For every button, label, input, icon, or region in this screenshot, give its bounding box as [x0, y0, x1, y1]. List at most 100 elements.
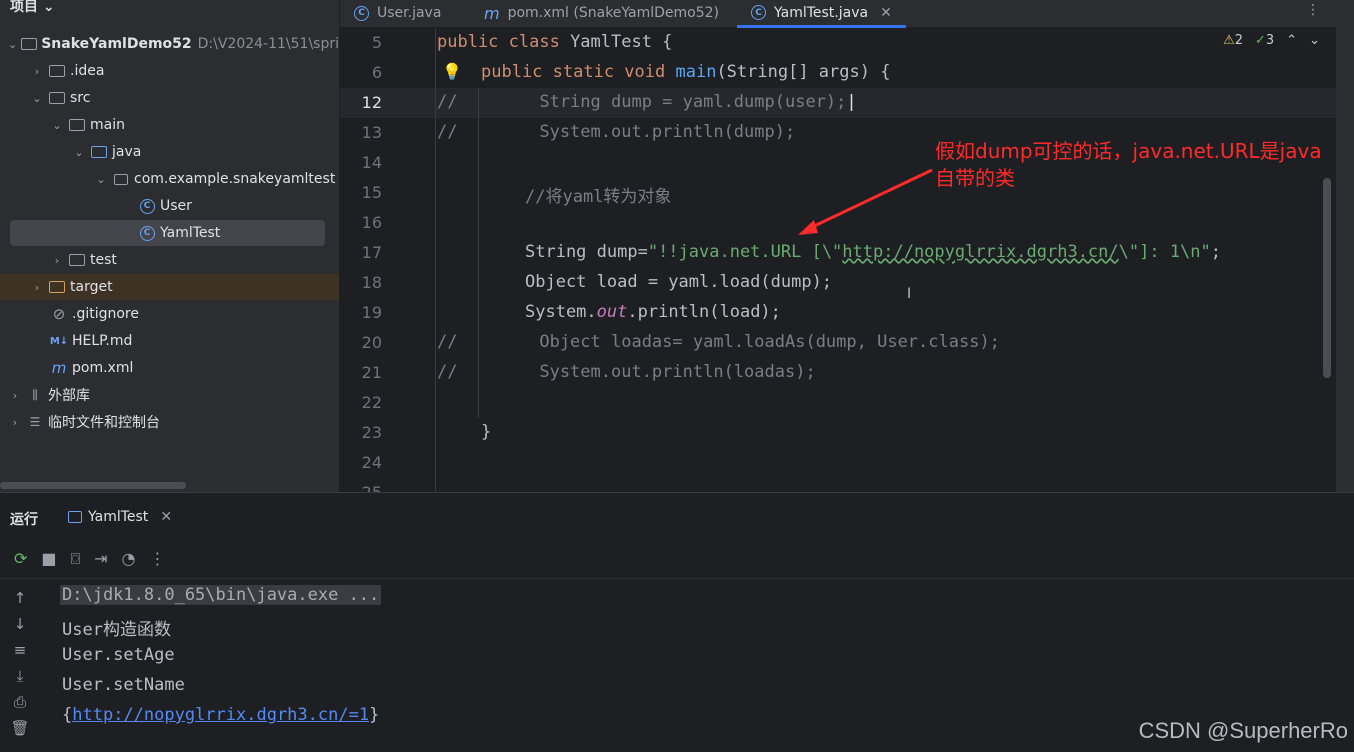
folder-icon: [48, 90, 66, 106]
chevron-right-icon[interactable]: ›: [8, 416, 22, 429]
tree-item-main[interactable]: ⌄ main: [0, 112, 339, 138]
scratches-icon: ☰: [29, 415, 41, 429]
code-line: //将yaml转为对象: [525, 187, 672, 207]
line-number: 25: [340, 483, 382, 492]
line-number: 5: [371, 33, 382, 52]
tree-root[interactable]: ⌄ SnakeYamlDemo52 D:\V2024-11\51\spring: [0, 31, 339, 57]
console-line: User.setAge: [62, 645, 175, 665]
ok-count[interactable]: ✓3: [1255, 33, 1274, 48]
package-icon: [112, 171, 130, 187]
arrow-up-icon[interactable]: ↑: [14, 589, 27, 607]
tab-pom-xml[interactable]: m pom.xml (SnakeYamlDemo52): [484, 0, 719, 26]
text-cursor-icon: I: [907, 286, 912, 302]
code-line: }: [481, 422, 492, 442]
console-line: User.setName: [62, 675, 185, 695]
source-folder-icon: [90, 144, 108, 160]
run-tab[interactable]: YamlTest ✕: [68, 509, 172, 525]
chevron-down-icon[interactable]: ⌄: [8, 38, 17, 51]
console-line: User构造函数: [62, 620, 171, 640]
inspection-widget[interactable]: ⚠2 ✓3 ⌃ ⌄: [1223, 33, 1320, 48]
annotation-arrow: [798, 168, 933, 235]
runnable-class-icon: C: [751, 5, 766, 20]
run-panel: 运行 YamlTest ✕ ⟳ ■ ⌼ ⇥ ◔ ⋮ ↑ ↓ ≡ ⤓ ⎙ 🗑 D:…: [0, 492, 1354, 752]
tree-item-gitignore[interactable]: ⊘ .gitignore: [0, 301, 339, 327]
tree-item-yamltest[interactable]: C YamlTest: [10, 220, 325, 246]
line-number: 24: [361, 453, 382, 472]
project-panel-title[interactable]: 项目 ⌄: [10, 0, 55, 16]
more-icon[interactable]: ⋮: [150, 549, 166, 568]
close-tab-icon[interactable]: ✕: [880, 5, 892, 21]
chevron-down-icon[interactable]: ⌄: [72, 146, 86, 159]
line-number: 20: [361, 333, 382, 352]
profiler-icon[interactable]: ◔: [122, 549, 136, 568]
stop-icon[interactable]: ■: [41, 549, 56, 568]
line-number: 16: [361, 213, 382, 232]
line-number: 15: [361, 183, 382, 202]
scroll-to-end-icon[interactable]: ⤓: [17, 667, 24, 685]
tree-item-scratches[interactable]: › ☰ 临时文件和控制台: [0, 409, 339, 435]
arrow-down-icon[interactable]: ↓: [14, 615, 27, 633]
code-editor[interactable]: 5 6 12 13 14 15 16 17 18 19 20 21 22 23 24 25 public cl…: [340, 28, 1336, 492]
maven-icon: m: [51, 359, 67, 377]
lightbulb-icon[interactable]: 💡: [442, 62, 462, 81]
chevron-right-icon[interactable]: ›: [8, 389, 22, 402]
project-panel: 项目 ⌄ ⌄ SnakeYamlDemo52 D:\V2024-11\51\sp…: [0, 0, 339, 492]
rerun-icon[interactable]: ⟳: [14, 549, 27, 568]
tree-item-java[interactable]: ⌄ java: [0, 139, 339, 165]
chevron-down-icon[interactable]: ⌄: [50, 119, 64, 132]
line-number: 14: [361, 153, 382, 172]
exit-icon[interactable]: ⇥: [94, 549, 107, 568]
chevron-down-icon[interactable]: ⌄: [1309, 33, 1320, 48]
vertical-scrollbar[interactable]: [1323, 178, 1331, 378]
code-line: // System.out.println(dump);: [437, 122, 796, 142]
tree-item-src[interactable]: ⌄ src: [0, 85, 339, 111]
tab-yamltest-java[interactable]: C YamlTest.java ✕: [737, 0, 906, 28]
tree-item-idea[interactable]: › .idea: [0, 58, 339, 84]
ignore-file-icon: ⊘: [52, 305, 66, 323]
folder-icon: [68, 117, 86, 133]
close-icon[interactable]: ✕: [160, 509, 172, 525]
tree-item-target[interactable]: › target: [0, 274, 339, 300]
tree-item-libraries[interactable]: › ⫼ 外部库: [0, 382, 339, 408]
print-icon[interactable]: ⎙: [14, 693, 26, 711]
tree-item-package[interactable]: ⌄ com.example.snakeyamltest: [0, 166, 339, 192]
console-line: D:\jdk1.8.0_65\bin\java.exe ...: [60, 585, 382, 605]
tree-item-test[interactable]: › test: [0, 247, 339, 273]
module-folder-icon: [21, 36, 38, 52]
run-toolbar: ⟳ ■ ⌼ ⇥ ◔ ⋮: [0, 539, 1354, 579]
chevron-right-icon[interactable]: ›: [30, 65, 44, 78]
chevron-down-icon[interactable]: ⌄: [94, 173, 108, 186]
gutter-divider: [435, 28, 436, 492]
tree-item-user[interactable]: C User: [0, 193, 339, 219]
root-name: SnakeYamlDemo52: [41, 36, 192, 52]
tab-user-java[interactable]: C User.java: [354, 0, 441, 26]
code-line: // Object loadas= yaml.loadAs(dump, User…: [437, 332, 1000, 352]
root-path: D:\V2024-11\51\spring: [197, 36, 339, 52]
annotation-text: 假如dump可控的话，java.net.URL是java 自带的类: [935, 139, 1322, 190]
trash-icon[interactable]: 🗑: [10, 719, 29, 737]
chevron-right-icon[interactable]: ›: [50, 254, 64, 267]
code-line: // System.out.println(loadas);: [437, 362, 816, 382]
tree-item-help[interactable]: M↓ HELP.md: [0, 328, 339, 354]
horizontal-scrollbar[interactable]: [0, 482, 186, 489]
right-tool-strip: [1336, 0, 1354, 492]
warning-count[interactable]: ⚠2: [1223, 33, 1243, 48]
result-link[interactable]: http://nopyglrrix.dgrh3.cn/=1: [72, 705, 369, 725]
code-line: public class YamlTest {: [437, 32, 673, 52]
folder-icon: [68, 252, 86, 268]
code-line: // String dump = yaml.dump(user);|: [437, 92, 857, 112]
line-number: 18: [361, 273, 382, 292]
soft-wrap-icon[interactable]: ≡: [14, 641, 27, 659]
watermark: CSDN @SuperherRo: [1138, 718, 1348, 743]
tree-item-pom[interactable]: m pom.xml: [0, 355, 339, 381]
line-number: 21: [361, 363, 382, 382]
chevron-down-icon[interactable]: ⌄: [30, 92, 44, 105]
chevron-up-icon[interactable]: ⌃: [1286, 33, 1297, 48]
camera-icon[interactable]: ⌼: [71, 549, 81, 569]
line-number: 13: [361, 123, 382, 142]
code-line: System.out.println(load);: [525, 302, 781, 322]
maven-icon: m: [484, 3, 500, 23]
line-number: 17: [361, 243, 382, 262]
chevron-right-icon[interactable]: ›: [30, 281, 44, 294]
more-icon[interactable]: ⋮: [1306, 2, 1320, 18]
